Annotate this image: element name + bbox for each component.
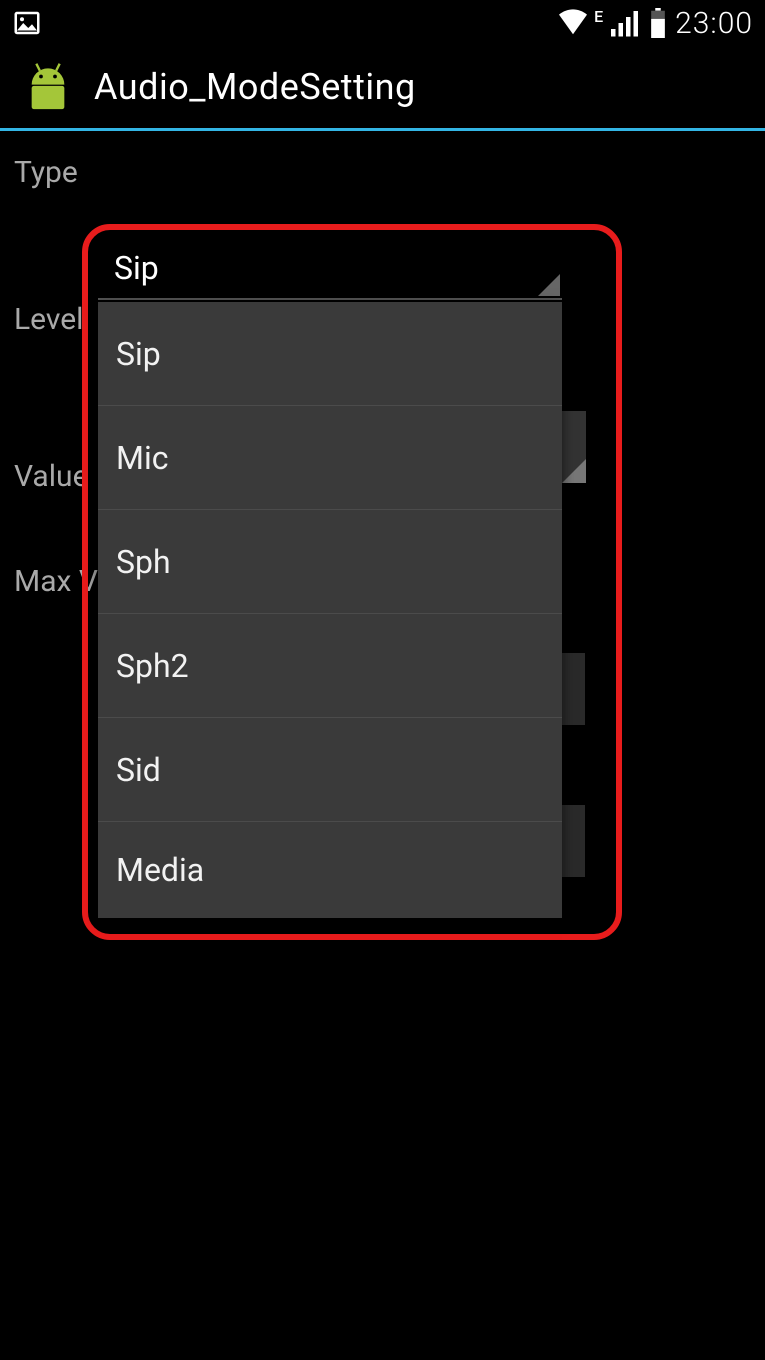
status-clock: 23:00	[675, 6, 753, 41]
type-dropdown-panel: Sip Mic Sph Sph2 Sid Media	[98, 302, 562, 918]
app-title: Audio_ModeSetting	[94, 66, 416, 108]
type-option-mic[interactable]: Mic	[98, 406, 562, 510]
dropdown-triangle-icon	[562, 459, 586, 483]
type-option-sip[interactable]: Sip	[98, 302, 562, 406]
status-bar: E 23:00	[0, 0, 765, 46]
type-option-sph2[interactable]: Sph2	[98, 614, 562, 718]
type-option-sid[interactable]: Sid	[98, 718, 562, 822]
dropdown-triangle-icon	[538, 274, 560, 296]
type-option-media[interactable]: Media	[98, 822, 562, 918]
type-option-sph[interactable]: Sph	[98, 510, 562, 614]
network-type-label: E	[594, 7, 603, 26]
type-label: Type	[14, 155, 751, 190]
battery-icon	[649, 8, 667, 38]
type-spinner[interactable]: Sip	[98, 238, 562, 300]
wifi-icon	[556, 9, 590, 37]
app-title-bar: Audio_ModeSetting	[0, 46, 765, 128]
android-icon	[20, 59, 76, 115]
picture-icon	[12, 8, 42, 38]
signal-icon	[611, 9, 641, 37]
type-spinner-selected: Sip	[114, 249, 159, 287]
